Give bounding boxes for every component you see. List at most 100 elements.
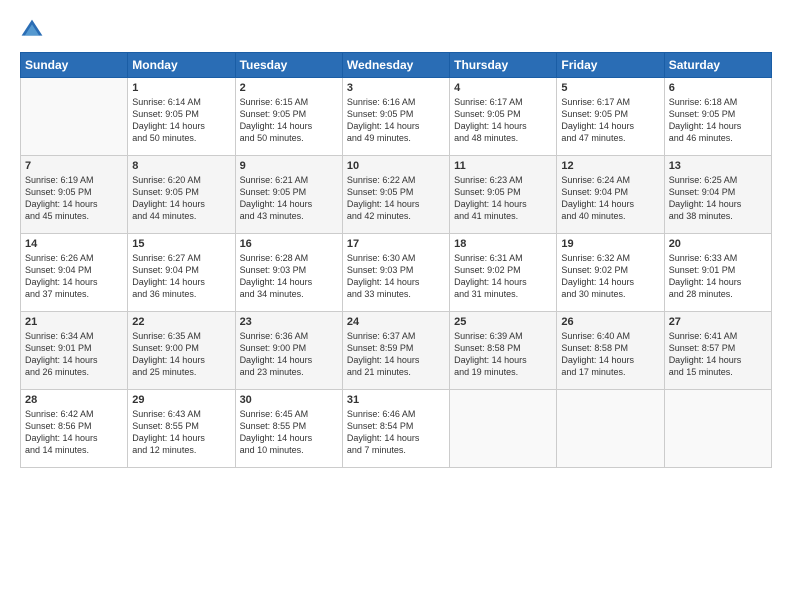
day-number: 17 bbox=[347, 238, 445, 250]
header-cell-friday: Friday bbox=[557, 53, 664, 78]
day-number: 6 bbox=[669, 82, 767, 94]
day-number: 15 bbox=[132, 238, 230, 250]
day-number: 30 bbox=[240, 394, 338, 406]
calendar-cell: 22 Sunrise: 6:35 AM Sunset: 9:00 PM Dayli… bbox=[128, 312, 235, 390]
day-info: Sunrise: 6:36 AM Sunset: 9:00 PM Dayligh… bbox=[240, 330, 338, 379]
day-number: 26 bbox=[561, 316, 659, 328]
logo-icon bbox=[20, 18, 44, 42]
day-info: Sunrise: 6:25 AM Sunset: 9:04 PM Dayligh… bbox=[669, 174, 767, 223]
page: SundayMondayTuesdayWednesdayThursdayFrid… bbox=[0, 0, 792, 612]
calendar-cell: 31 Sunrise: 6:46 AM Sunset: 8:54 PM Dayli… bbox=[342, 390, 449, 468]
day-number: 16 bbox=[240, 238, 338, 250]
calendar-cell: 26 Sunrise: 6:40 AM Sunset: 8:58 PM Dayli… bbox=[557, 312, 664, 390]
day-number: 7 bbox=[25, 160, 123, 172]
calendar-cell: 17 Sunrise: 6:30 AM Sunset: 9:03 PM Dayli… bbox=[342, 234, 449, 312]
day-info: Sunrise: 6:15 AM Sunset: 9:05 PM Dayligh… bbox=[240, 96, 338, 145]
day-number: 25 bbox=[454, 316, 552, 328]
day-info: Sunrise: 6:27 AM Sunset: 9:04 PM Dayligh… bbox=[132, 252, 230, 301]
day-info: Sunrise: 6:21 AM Sunset: 9:05 PM Dayligh… bbox=[240, 174, 338, 223]
day-info: Sunrise: 6:17 AM Sunset: 9:05 PM Dayligh… bbox=[561, 96, 659, 145]
calendar-cell bbox=[557, 390, 664, 468]
day-number: 11 bbox=[454, 160, 552, 172]
header bbox=[20, 18, 772, 42]
day-info: Sunrise: 6:30 AM Sunset: 9:03 PM Dayligh… bbox=[347, 252, 445, 301]
day-number: 23 bbox=[240, 316, 338, 328]
calendar-cell: 29Sunrise: 6:43 AM Sunset: 8:55 PM Dayli… bbox=[128, 390, 235, 468]
calendar-cell: 15 Sunrise: 6:27 AM Sunset: 9:04 PM Dayli… bbox=[128, 234, 235, 312]
calendar-cell: 7 Sunrise: 6:19 AM Sunset: 9:05 PM Daylig… bbox=[21, 156, 128, 234]
day-number: 10 bbox=[347, 160, 445, 172]
day-info: Sunrise: 6:18 AM Sunset: 9:05 PM Dayligh… bbox=[669, 96, 767, 145]
day-number: 8 bbox=[132, 160, 230, 172]
week-row-4: 28 Sunrise: 6:42 AM Sunset: 8:56 PM Dayli… bbox=[21, 390, 772, 468]
day-number: 12 bbox=[561, 160, 659, 172]
day-info: Sunrise: 6:14 AM Sunset: 9:05 PM Dayligh… bbox=[132, 96, 230, 145]
day-number: 28 bbox=[25, 394, 123, 406]
day-info: Sunrise: 6:26 AM Sunset: 9:04 PM Dayligh… bbox=[25, 252, 123, 301]
day-number: 18 bbox=[454, 238, 552, 250]
day-number: 29 bbox=[132, 394, 230, 406]
day-number: 19 bbox=[561, 238, 659, 250]
calendar-cell: 25Sunrise: 6:39 AM Sunset: 8:58 PM Dayli… bbox=[450, 312, 557, 390]
day-number: 9 bbox=[240, 160, 338, 172]
day-info: Sunrise: 6:35 AM Sunset: 9:00 PM Dayligh… bbox=[132, 330, 230, 379]
calendar-cell: 16 Sunrise: 6:28 AM Sunset: 9:03 PM Dayli… bbox=[235, 234, 342, 312]
calendar-cell: 1 Sunrise: 6:14 AM Sunset: 9:05 PM Daylig… bbox=[128, 78, 235, 156]
day-info: Sunrise: 6:19 AM Sunset: 9:05 PM Dayligh… bbox=[25, 174, 123, 223]
calendar-cell: 4 Sunrise: 6:17 AM Sunset: 9:05 PM Daylig… bbox=[450, 78, 557, 156]
calendar-cell: 11 Sunrise: 6:23 AM Sunset: 9:05 PM Dayli… bbox=[450, 156, 557, 234]
day-number: 27 bbox=[669, 316, 767, 328]
day-info: Sunrise: 6:46 AM Sunset: 8:54 PM Dayligh… bbox=[347, 408, 445, 457]
day-info: Sunrise: 6:32 AM Sunset: 9:02 PM Dayligh… bbox=[561, 252, 659, 301]
day-info: Sunrise: 6:45 AM Sunset: 8:55 PM Dayligh… bbox=[240, 408, 338, 457]
day-info: Sunrise: 6:16 AM Sunset: 9:05 PM Dayligh… bbox=[347, 96, 445, 145]
week-row-2: 14Sunrise: 6:26 AM Sunset: 9:04 PM Dayli… bbox=[21, 234, 772, 312]
day-info: Sunrise: 6:28 AM Sunset: 9:03 PM Dayligh… bbox=[240, 252, 338, 301]
calendar-cell bbox=[450, 390, 557, 468]
header-cell-wednesday: Wednesday bbox=[342, 53, 449, 78]
calendar-cell: 9 Sunrise: 6:21 AM Sunset: 9:05 PM Daylig… bbox=[235, 156, 342, 234]
calendar-cell: 10 Sunrise: 6:22 AM Sunset: 9:05 PM Dayli… bbox=[342, 156, 449, 234]
day-number: 24 bbox=[347, 316, 445, 328]
calendar-cell bbox=[21, 78, 128, 156]
day-number: 4 bbox=[454, 82, 552, 94]
day-info: Sunrise: 6:40 AM Sunset: 8:58 PM Dayligh… bbox=[561, 330, 659, 379]
header-cell-sunday: Sunday bbox=[21, 53, 128, 78]
calendar-cell: 2 Sunrise: 6:15 AM Sunset: 9:05 PM Daylig… bbox=[235, 78, 342, 156]
calendar-cell: 18Sunrise: 6:31 AM Sunset: 9:02 PM Dayli… bbox=[450, 234, 557, 312]
calendar-cell: 23 Sunrise: 6:36 AM Sunset: 9:00 PM Dayli… bbox=[235, 312, 342, 390]
day-number: 20 bbox=[669, 238, 767, 250]
day-info: Sunrise: 6:23 AM Sunset: 9:05 PM Dayligh… bbox=[454, 174, 552, 223]
day-info: Sunrise: 6:41 AM Sunset: 8:57 PM Dayligh… bbox=[669, 330, 767, 379]
day-number: 31 bbox=[347, 394, 445, 406]
calendar-cell bbox=[664, 390, 771, 468]
calendar-header: SundayMondayTuesdayWednesdayThursdayFrid… bbox=[21, 53, 772, 78]
header-row: SundayMondayTuesdayWednesdayThursdayFrid… bbox=[21, 53, 772, 78]
week-row-3: 21Sunrise: 6:34 AM Sunset: 9:01 PM Dayli… bbox=[21, 312, 772, 390]
calendar-cell: 19 Sunrise: 6:32 AM Sunset: 9:02 PM Dayli… bbox=[557, 234, 664, 312]
day-info: Sunrise: 6:22 AM Sunset: 9:05 PM Dayligh… bbox=[347, 174, 445, 223]
calendar-table: SundayMondayTuesdayWednesdayThursdayFrid… bbox=[20, 52, 772, 468]
calendar-cell: 3Sunrise: 6:16 AM Sunset: 9:05 PM Daylig… bbox=[342, 78, 449, 156]
calendar-cell: 28 Sunrise: 6:42 AM Sunset: 8:56 PM Dayli… bbox=[21, 390, 128, 468]
day-info: Sunrise: 6:37 AM Sunset: 8:59 PM Dayligh… bbox=[347, 330, 445, 379]
day-number: 22 bbox=[132, 316, 230, 328]
day-number: 2 bbox=[240, 82, 338, 94]
week-row-0: 1 Sunrise: 6:14 AM Sunset: 9:05 PM Daylig… bbox=[21, 78, 772, 156]
calendar-body: 1 Sunrise: 6:14 AM Sunset: 9:05 PM Daylig… bbox=[21, 78, 772, 468]
day-info: Sunrise: 6:42 AM Sunset: 8:56 PM Dayligh… bbox=[25, 408, 123, 457]
calendar-cell: 13Sunrise: 6:25 AM Sunset: 9:04 PM Dayli… bbox=[664, 156, 771, 234]
day-info: Sunrise: 6:33 AM Sunset: 9:01 PM Dayligh… bbox=[669, 252, 767, 301]
calendar-cell: 14Sunrise: 6:26 AM Sunset: 9:04 PM Dayli… bbox=[21, 234, 128, 312]
day-info: Sunrise: 6:17 AM Sunset: 9:05 PM Dayligh… bbox=[454, 96, 552, 145]
calendar-cell: 24 Sunrise: 6:37 AM Sunset: 8:59 PM Dayli… bbox=[342, 312, 449, 390]
header-cell-monday: Monday bbox=[128, 53, 235, 78]
day-number: 5 bbox=[561, 82, 659, 94]
header-cell-saturday: Saturday bbox=[664, 53, 771, 78]
day-number: 1 bbox=[132, 82, 230, 94]
calendar-cell: 21Sunrise: 6:34 AM Sunset: 9:01 PM Dayli… bbox=[21, 312, 128, 390]
calendar-cell: 6 Sunrise: 6:18 AM Sunset: 9:05 PM Daylig… bbox=[664, 78, 771, 156]
day-number: 21 bbox=[25, 316, 123, 328]
day-info: Sunrise: 6:20 AM Sunset: 9:05 PM Dayligh… bbox=[132, 174, 230, 223]
calendar-cell: 8 Sunrise: 6:20 AM Sunset: 9:05 PM Daylig… bbox=[128, 156, 235, 234]
